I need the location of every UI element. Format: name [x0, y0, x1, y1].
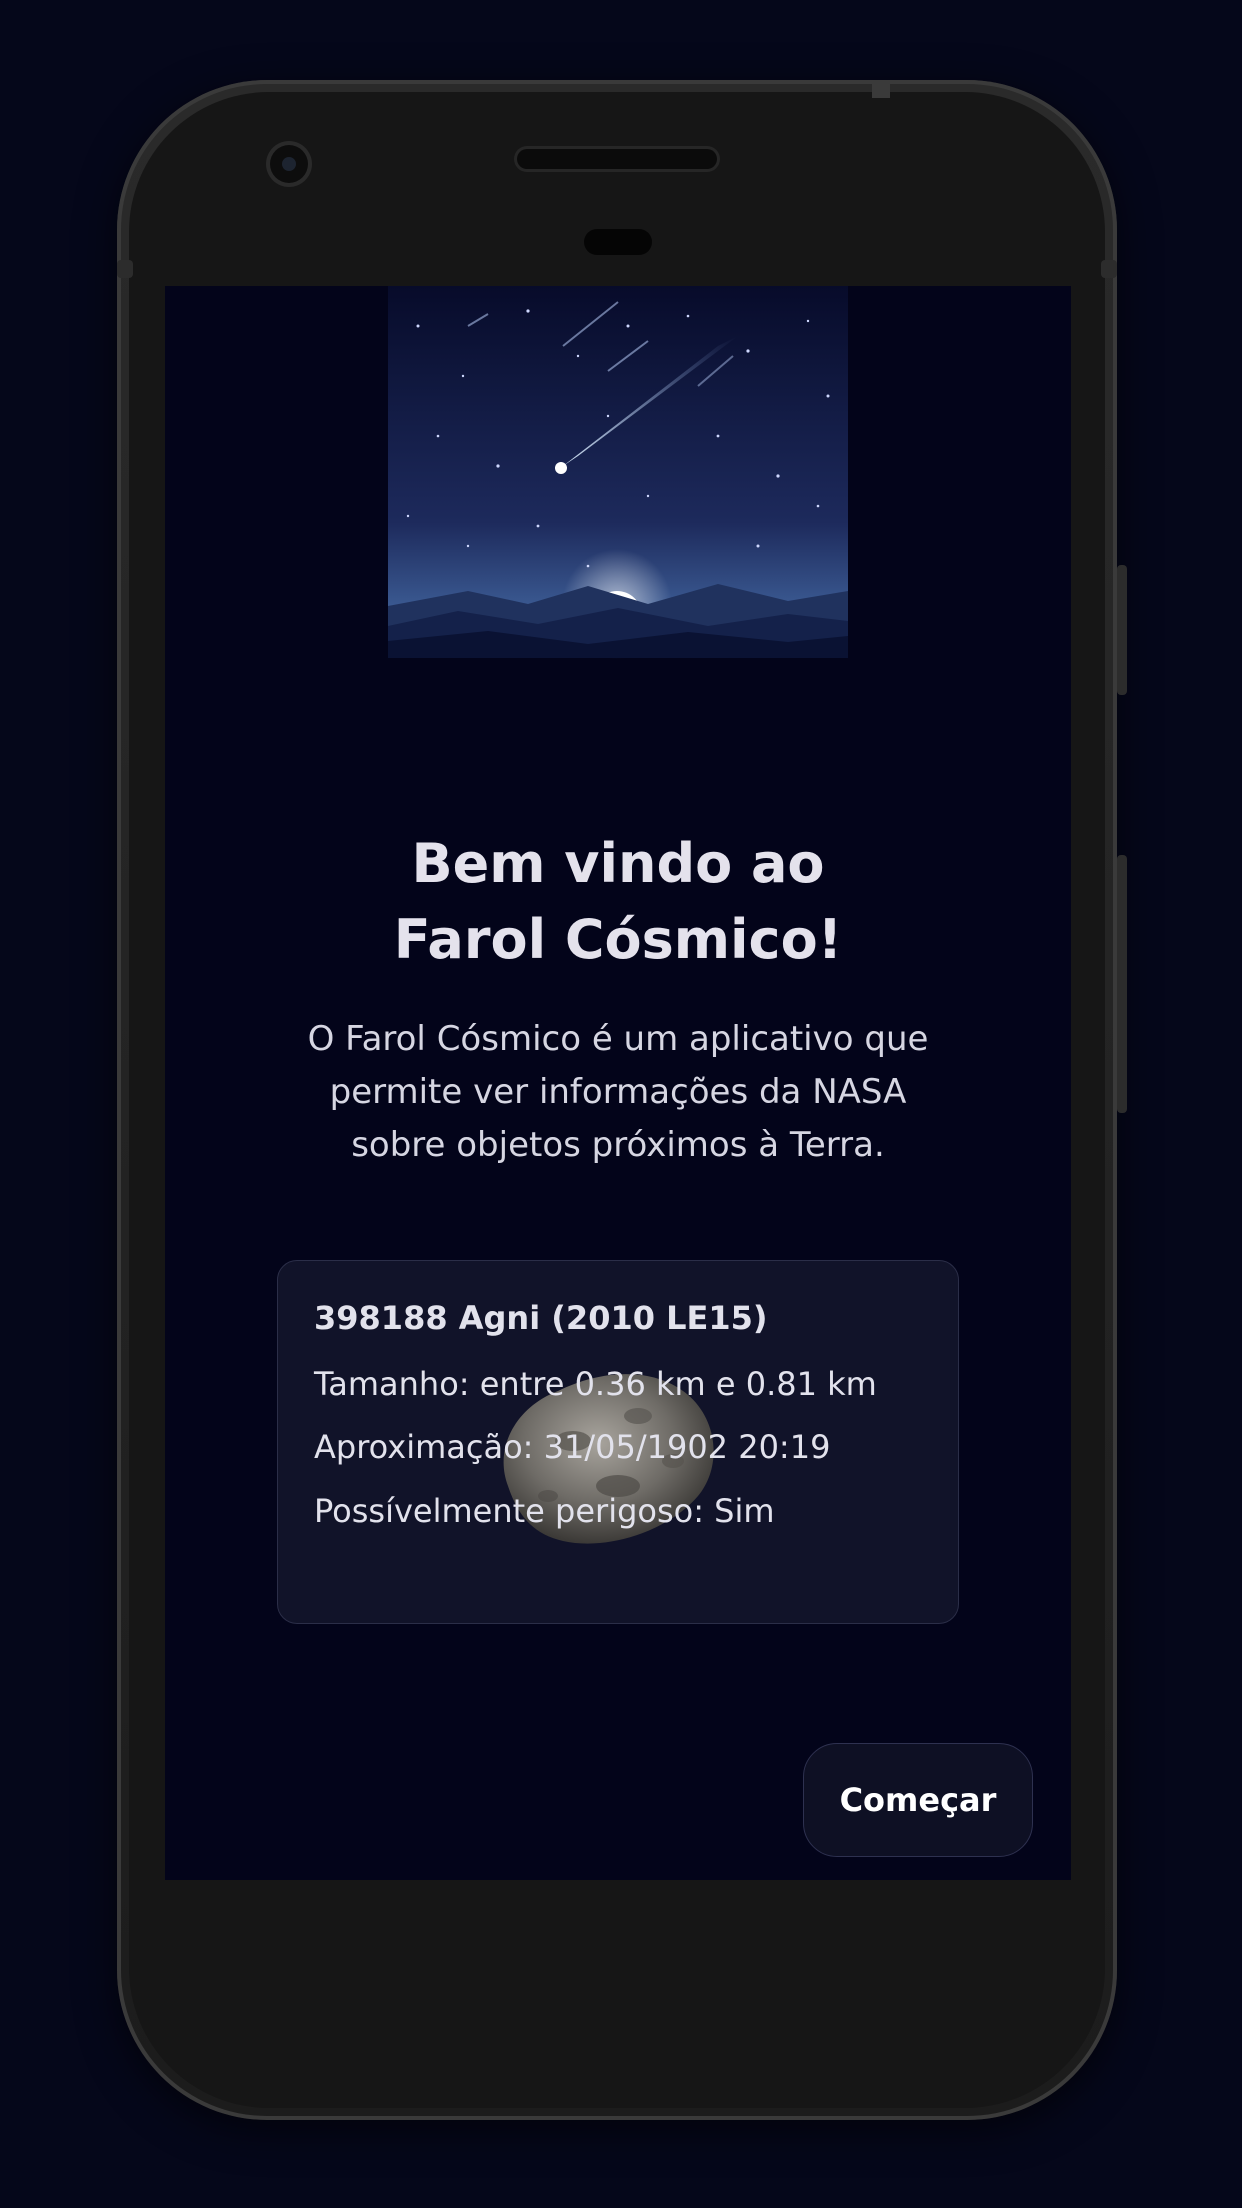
app-screen: Bem vindo ao Farol Cósmico! O Farol Cósm… [165, 286, 1071, 1880]
welcome-title-line2: Farol Cósmico! [393, 908, 843, 971]
asteroid-hazardous: Possívelmente perigoso: Sim [314, 1492, 775, 1530]
app-description: O Farol Cósmico é um aplicativo que perm… [307, 1019, 929, 1165]
night-sky-comet-illustration [388, 286, 848, 716]
asteroid-name: 398188 Agni (2010 LE15) [314, 1299, 768, 1337]
side-notch-left [117, 260, 133, 278]
power-button [1117, 565, 1127, 695]
asteroid-info-card: 398188 Agni (2010 LE15) Tamanho: entre 0… [277, 1260, 959, 1624]
volume-button [1117, 855, 1127, 1113]
proximity-sensor [584, 229, 652, 255]
side-notch-right [1101, 260, 1117, 278]
top-pin [872, 80, 890, 98]
asteroid-size: Tamanho: entre 0.36 km e 0.81 km [314, 1365, 877, 1403]
earpiece-speaker [517, 149, 717, 169]
asteroid-approach: Aproximação: 31/05/1902 20:19 [314, 1428, 831, 1466]
welcome-title-line1: Bem vindo ao [411, 832, 825, 895]
start-button[interactable]: Começar [803, 1743, 1033, 1857]
front-camera-icon [270, 145, 308, 183]
welcome-title: Bem vindo ao Farol Cósmico! [165, 826, 1071, 978]
